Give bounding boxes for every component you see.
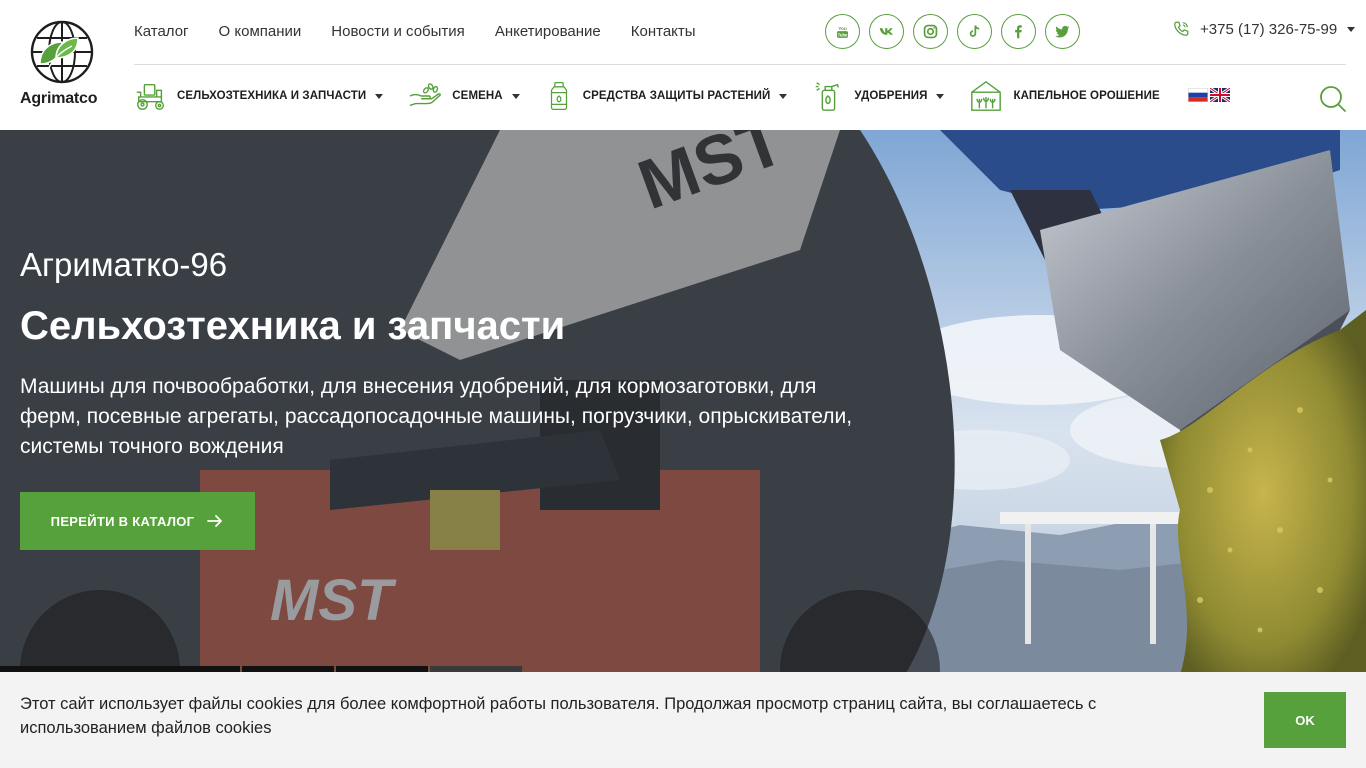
brand-name: Agrimatco (20, 90, 98, 107)
logo[interactable]: Agrimatco (20, 20, 106, 112)
twitter-icon[interactable] (1045, 14, 1080, 49)
facebook-icon[interactable] (1001, 14, 1036, 49)
instagram-icon[interactable] (913, 14, 948, 49)
vk-icon[interactable] (869, 14, 904, 49)
search-icon (1320, 86, 1346, 112)
category-nav: Сельхозтехника и запчасти Семена (134, 78, 1184, 114)
category-drip-irrigation[interactable]: Капельное орошение (968, 79, 1160, 113)
chevron-down-icon (1347, 26, 1356, 32)
phone-icon (1172, 20, 1190, 38)
hero-kicker: Агриматко-96 (20, 246, 228, 283)
phone-number: +375 (17) 326-75-99 (1200, 20, 1338, 38)
greenhouse-icon (968, 79, 1004, 113)
category-fertilizers[interactable]: Удобрения (811, 79, 945, 113)
arrow-right-icon (207, 515, 223, 527)
en-flag-icon[interactable] (1210, 88, 1230, 102)
top-nav: Каталог О компании Новости и события Анк… (134, 22, 696, 42)
top-nav-survey[interactable]: Анкетирование (495, 22, 601, 42)
top-nav-catalog[interactable]: Каталог (134, 22, 189, 42)
language-switcher (1188, 88, 1230, 102)
category-plant-protection[interactable]: Средства защиты растений (544, 79, 788, 113)
svg-text:MST: MST (270, 568, 397, 633)
category-drip-irrigation-label: Капельное орошение (1013, 90, 1160, 102)
seeds-hand-icon (407, 79, 443, 113)
category-machinery[interactable]: Сельхозтехника и запчасти (134, 79, 384, 113)
search-button[interactable] (1317, 84, 1347, 114)
cookie-text: Этот сайт использует файлы cookies для б… (20, 695, 1097, 737)
chevron-down-icon (511, 93, 520, 99)
top-nav-news[interactable]: Новости и события (331, 22, 465, 42)
hero-slider: MST MST Агриматко-96 Сельхозтехника и за… (0, 130, 1366, 675)
category-plant-protection-label: Средства защиты растений (582, 90, 771, 102)
cookie-ok-button[interactable]: OK (1264, 692, 1346, 748)
phone-dropdown[interactable]: +375 (17) 326-75-99 (1172, 20, 1356, 38)
category-seeds[interactable]: Семена (407, 79, 520, 113)
chevron-down-icon (936, 93, 945, 99)
chevron-down-icon (779, 93, 788, 99)
tractor-icon (134, 79, 168, 113)
category-fertilizers-label: Удобрения (854, 90, 928, 102)
chevron-down-icon (375, 93, 384, 99)
site-header: Agrimatco Каталог О компании Новости и с… (0, 0, 1366, 130)
youtube-icon[interactable]: You Tube (825, 14, 860, 49)
top-nav-about[interactable]: О компании (219, 22, 302, 42)
category-seeds-label: Семена (452, 90, 503, 102)
category-machinery-label: Сельхозтехника и запчасти (177, 90, 367, 102)
sprayer-icon (811, 79, 845, 113)
header-divider (134, 64, 1346, 65)
cookie-banner: Этот сайт использует файлы cookies для б… (0, 672, 1366, 768)
ru-flag-icon[interactable] (1188, 88, 1208, 102)
social-links: You Tube (825, 14, 1080, 49)
bottle-icon (544, 79, 574, 113)
hero-title: Сельхозтехника и запчасти (20, 304, 566, 348)
go-to-catalog-label: Перейти в каталог (50, 513, 195, 529)
svg-text:You: You (838, 26, 847, 31)
hero-description: Машины для почвообработки, для внесения … (20, 375, 853, 458)
top-nav-contacts[interactable]: Контакты (631, 22, 696, 42)
tiktok-icon[interactable] (957, 14, 992, 49)
go-to-catalog-button[interactable]: Перейти в каталог (20, 492, 255, 550)
svg-text:Tube: Tube (838, 32, 848, 37)
globe-leaf-logo-icon (30, 20, 94, 84)
